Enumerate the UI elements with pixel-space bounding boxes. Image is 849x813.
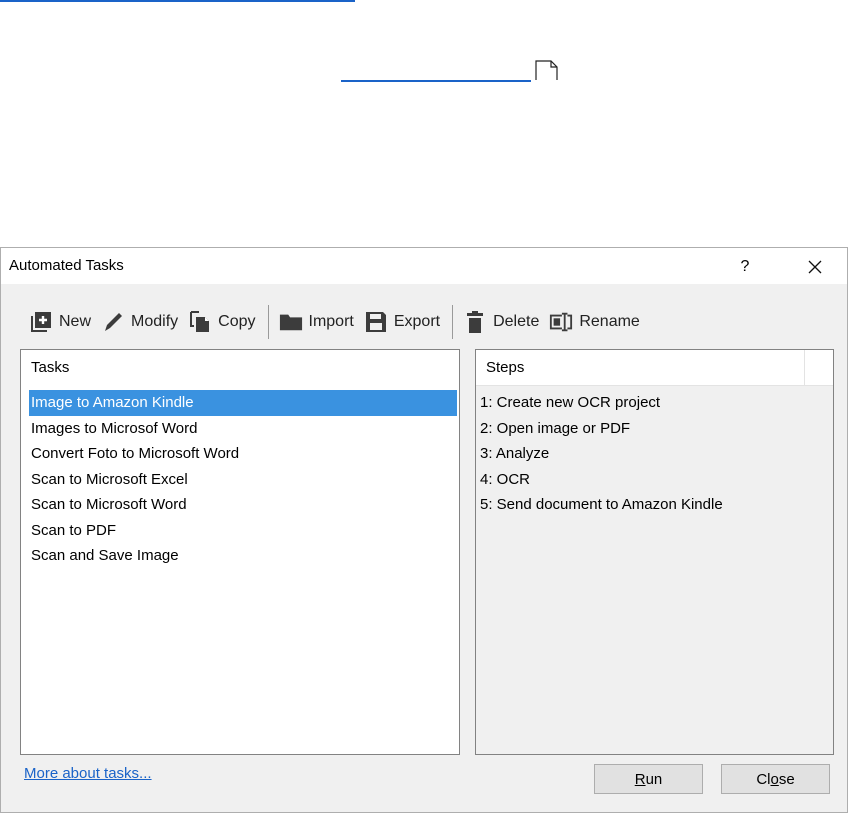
export-label: Export [393, 313, 441, 330]
toolbar: New Modify Copy Import Export Delete Ren… [25, 304, 646, 340]
title-bar: Automated Tasks ? [1, 248, 847, 284]
modify-button[interactable]: Modify [97, 304, 184, 340]
list-item[interactable]: Image to Amazon Kindle [29, 390, 457, 416]
close-label-pre: Cl [756, 770, 771, 788]
close-icon [808, 260, 822, 274]
page-icon [535, 60, 558, 80]
add-icon [29, 310, 53, 334]
help-button[interactable]: ? [725, 252, 765, 282]
step-item[interactable]: 3: Analyze [480, 441, 831, 467]
step-item[interactable]: 1: Create new OCR project [480, 390, 831, 416]
delete-label: Delete [493, 313, 540, 330]
pencil-icon [101, 310, 125, 334]
more-about-tasks-link[interactable]: More about tasks... [24, 765, 152, 782]
list-item[interactable]: Convert Foto to Microsoft Word [29, 441, 457, 467]
link-underline [0, 0, 355, 2]
copy-icon [188, 310, 212, 334]
step-item[interactable]: 5: Send document to Amazon Kindle [480, 492, 831, 518]
toolbar-separator [267, 305, 269, 339]
new-label: New [59, 313, 92, 330]
run-label-post: un [645, 770, 663, 788]
save-icon [364, 310, 388, 334]
close-label-key: o [770, 770, 779, 788]
list-item[interactable]: Images to Microsof Word [29, 416, 457, 442]
delete-button[interactable]: Delete [459, 304, 545, 340]
tasks-list-panel[interactable]: Tasks Image to Amazon Kindle Images to M… [20, 349, 460, 755]
steps-header-label: Steps [486, 359, 525, 376]
copy-button[interactable]: Copy [184, 304, 261, 340]
steps-body: 1: Create new OCR project 2: Open image … [476, 386, 833, 754]
rename-button[interactable]: Rename [545, 304, 645, 340]
run-label-key: R [634, 770, 646, 788]
list-item[interactable]: Scan and Save Image [29, 543, 457, 569]
export-button[interactable]: Export [360, 304, 446, 340]
modify-label: Modify [131, 313, 179, 330]
step-item[interactable]: 2: Open image or PDF [480, 416, 831, 442]
steps-column-header[interactable]: Steps [476, 350, 833, 386]
tasks-list: Image to Amazon Kindle Images to Microso… [29, 390, 457, 569]
list-item[interactable]: Scan to PDF [29, 518, 457, 544]
folder-icon [279, 310, 303, 334]
close-label-post: se [778, 770, 795, 788]
tasks-column-header[interactable]: Tasks [21, 350, 459, 385]
run-button[interactable]: Run [594, 764, 703, 794]
rename-label: Rename [579, 313, 640, 330]
list-item[interactable]: Scan to Microsoft Excel [29, 467, 457, 493]
toolbar-separator [452, 305, 454, 339]
rename-icon [549, 310, 573, 334]
import-button[interactable]: Import [275, 304, 360, 340]
import-label: Import [308, 313, 354, 330]
column-divider[interactable] [804, 350, 805, 385]
copy-label: Copy [218, 313, 256, 330]
tasks-header-label: Tasks [31, 359, 70, 376]
steps-list-panel[interactable]: Steps 1: Create new OCR project 2: Open … [475, 349, 834, 755]
link-underline [341, 80, 531, 82]
steps-list: 1: Create new OCR project 2: Open image … [480, 390, 831, 518]
close-button[interactable]: Cl o se [721, 764, 830, 794]
automated-tasks-dialog: Automated Tasks ? New Modify Copy Import… [0, 247, 848, 813]
dialog-title: Automated Tasks [9, 257, 124, 274]
list-item[interactable]: Scan to Microsoft Word [29, 492, 457, 518]
new-button[interactable]: New [25, 304, 97, 340]
trash-icon [463, 310, 487, 334]
close-window-button[interactable] [793, 252, 837, 282]
step-item[interactable]: 4: OCR [480, 467, 831, 493]
